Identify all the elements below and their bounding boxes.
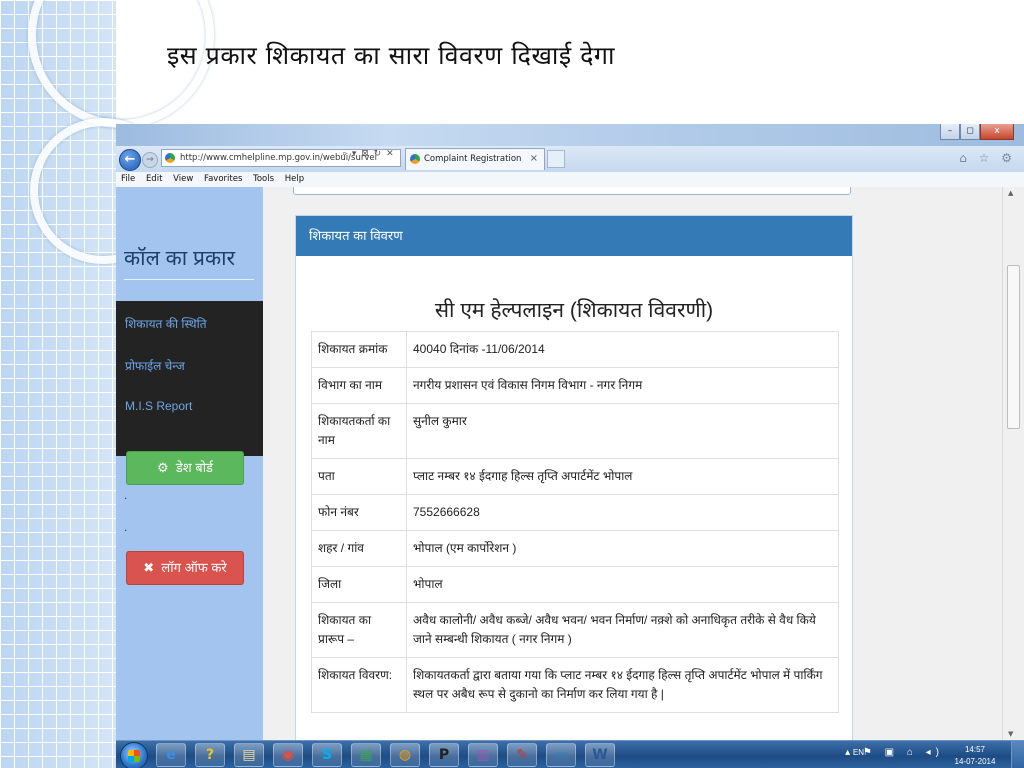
project-icon[interactable]: ▦	[351, 743, 381, 767]
row-label: शहर / गांव	[311, 530, 407, 567]
tray-icons[interactable]: ▴ ⚑ ▣ ⌂ ◂)	[845, 747, 944, 758]
address-controls[interactable]: ⌕ ▾ ⊠ ↻ ✕	[342, 149, 395, 159]
scroll-down-icon[interactable]: ▼	[1008, 730, 1013, 738]
main-content: शिकायत का विवरण सी एम हेल्पलाइन (शिकायत …	[263, 187, 1002, 740]
restore-button[interactable]: ◻	[960, 124, 980, 140]
row-label: शिकायत का प्रारूप –	[311, 602, 407, 658]
ie-icon[interactable]: e	[156, 743, 186, 767]
scroll-up-icon[interactable]: ▲	[1008, 189, 1013, 197]
row-label: फोन नंबर	[311, 494, 407, 531]
clock[interactable]: 14:57 14-07-2014	[952, 744, 998, 768]
menu-bar: File Edit View Favorites Tools Help	[116, 172, 1024, 188]
row-value: 7552666628	[406, 494, 839, 531]
tab-favicon-icon	[410, 154, 420, 164]
tab-label: Complaint Registration	[424, 154, 522, 164]
menu-help[interactable]: Help	[285, 174, 304, 184]
paint-icon[interactable]: ✎	[507, 743, 537, 767]
dashboard-label: डेश बोर्ड	[175, 460, 214, 475]
logout-label: लॉग ऑफ करे	[161, 560, 227, 575]
gear-icon: ⚙	[156, 460, 169, 475]
slide-title: इस प्रकार शिकायत का सारा विवरण दिखाई देग…	[167, 41, 615, 70]
window-controls: – ◻ x	[940, 124, 1014, 140]
menu-tools[interactable]: Tools	[253, 174, 274, 184]
clock-date: 14-07-2014	[954, 757, 996, 766]
sidebar-divider	[124, 279, 254, 280]
archive-icon[interactable]: ▥	[468, 743, 498, 767]
skype-icon[interactable]: S	[312, 743, 342, 767]
table-row: शिकायत क्रमांक 40040 दिनांक -11/06/2014	[311, 331, 839, 368]
logout-button[interactable]: ✖ लॉग ऑफ करे	[126, 551, 244, 585]
back-button[interactable]: ←	[119, 149, 141, 171]
vertical-scrollbar[interactable]: ▲ ▼	[1002, 187, 1024, 740]
start-button[interactable]	[120, 742, 148, 768]
show-desktop-button[interactable]	[1011, 741, 1024, 768]
page-viewport: कॉल का प्रकार शिकायत की स्थिति प्रोफाईल …	[116, 187, 1024, 740]
row-value: अवैध कालोनी/ अवैध कब्जे/ अवैध भवन/ भवन न…	[406, 602, 839, 658]
sidebar-heading: कॉल का प्रकार	[124, 247, 236, 270]
help-icon[interactable]: ?	[195, 743, 225, 767]
sidebar-item-profile-change[interactable]: प्रोफाईल चेन्ज	[125, 357, 185, 374]
sidebar-dot: .	[124, 521, 128, 534]
row-label: विभाग का नाम	[311, 367, 407, 404]
row-label: शिकायतकर्ता का नाम	[311, 403, 407, 459]
complaint-details-table: शिकायत क्रमांक 40040 दिनांक -11/06/2014 वि…	[311, 331, 839, 713]
word-icon[interactable]: W	[585, 743, 615, 767]
scrollbar-thumb[interactable]	[1007, 265, 1020, 429]
table-row: विभाग का नाम नगरीय प्रशासन एवं विकास निगम…	[311, 367, 839, 404]
row-value: सुनील कुमार	[406, 403, 839, 459]
table-row: शिकायत का प्रारूप – अवैध कालोनी/ अवैध कब्…	[311, 602, 839, 658]
menu-edit[interactable]: Edit	[146, 174, 162, 184]
panel-header: शिकायत का विवरण	[296, 216, 852, 256]
notepad-icon[interactable]: ▤	[234, 743, 264, 767]
browser-window: – ◻ x ← → http://www.cmhelpline.mp.gov.i…	[116, 124, 1024, 768]
complaint-details-panel: शिकायत का विवरण सी एम हेल्पलाइन (शिकायत …	[295, 215, 853, 740]
sidebar-item-complaint-status[interactable]: शिकायत की स्थिति	[125, 315, 207, 332]
row-value: भोपाल	[406, 566, 839, 603]
table-row: शिकायत विवरण: शिकायतकर्ता द्वारा बताया गय…	[311, 657, 839, 713]
minimize-button[interactable]: –	[940, 124, 960, 140]
row-value: शिकायतकर्ता द्वारा बताया गया कि प्लाट नम…	[406, 657, 839, 713]
windows-taskbar: e? ▤ ◉ S ▦ ◍ P ▥ ✎ ▭ W EN ▴ ⚑ ▣ ⌂ ◂) 14:57 14-07-2…	[116, 740, 1024, 768]
row-label: जिला	[311, 566, 407, 603]
menu-file[interactable]: File	[121, 174, 135, 184]
report-title: सी एम हेल्पलाइन (शिकायत विवरणी)	[434, 299, 714, 322]
close-icon: ✖	[143, 560, 155, 575]
row-value: 40040 दिनांक -11/06/2014	[406, 331, 839, 368]
row-value: नगरीय प्रशासन एवं विकास निगम विभाग - नगर…	[406, 367, 839, 404]
window-titlebar: – ◻ x	[116, 124, 1024, 146]
table-row: शहर / गांव भोपाल (एम कार्पोरेशन )	[311, 530, 839, 567]
sidebar: कॉल का प्रकार शिकायत की स्थिति प्रोफाईल …	[116, 187, 263, 740]
row-value: भोपाल (एम कार्पोरेशन )	[406, 530, 839, 567]
table-row: फोन नंबर 7552666628	[311, 494, 839, 531]
sidebar-dot: .	[124, 489, 128, 502]
row-value: प्लाट नम्बर १४ ईदगाह हिल्स तृप्ति अपार्ट…	[406, 458, 839, 495]
chrome-icon[interactable]: ◉	[273, 743, 303, 767]
pdf-icon[interactable]: P	[429, 743, 459, 767]
navigation-bar: ← → http://www.cmhelpline.mp.gov.in/webu…	[116, 146, 1024, 172]
previous-panel-edge	[293, 187, 851, 195]
table-row: शिकायतकर्ता का नाम सुनील कुमार	[311, 403, 839, 459]
close-window-button[interactable]: x	[980, 124, 1014, 140]
menu-favorites[interactable]: Favorites	[204, 174, 242, 184]
home-favorites-settings-icons[interactable]: ⌂ ☆ ⚙	[959, 151, 1016, 165]
menu-view[interactable]: View	[173, 174, 193, 184]
dashboard-button[interactable]: ⚙ डेश बोर्ड	[126, 451, 244, 485]
app-icon[interactable]: ◍	[390, 743, 420, 767]
tab-complaint-registration[interactable]: Complaint Registration ×	[405, 148, 545, 170]
table-row: पता प्लाट नम्बर १४ ईदगाह हिल्स तृप्ति अपा…	[311, 458, 839, 495]
sidebar-item-mis-report[interactable]: M.I.S Report	[125, 399, 192, 413]
row-label: पता	[311, 458, 407, 495]
display-icon[interactable]: ▭	[546, 743, 576, 767]
new-tab-button[interactable]	[547, 150, 565, 168]
row-label: शिकायत क्रमांक	[311, 331, 407, 368]
sidebar-menu: शिकायत की स्थिति प्रोफाईल चेन्ज M.I.S Re…	[116, 301, 263, 456]
site-favicon-icon	[165, 153, 175, 163]
row-label: शिकायत विवरण:	[311, 657, 407, 713]
table-row: जिला भोपाल	[311, 566, 839, 603]
clock-time: 14:57	[964, 745, 986, 754]
tab-close-icon[interactable]: ×	[530, 149, 538, 169]
forward-button[interactable]: →	[142, 152, 158, 168]
